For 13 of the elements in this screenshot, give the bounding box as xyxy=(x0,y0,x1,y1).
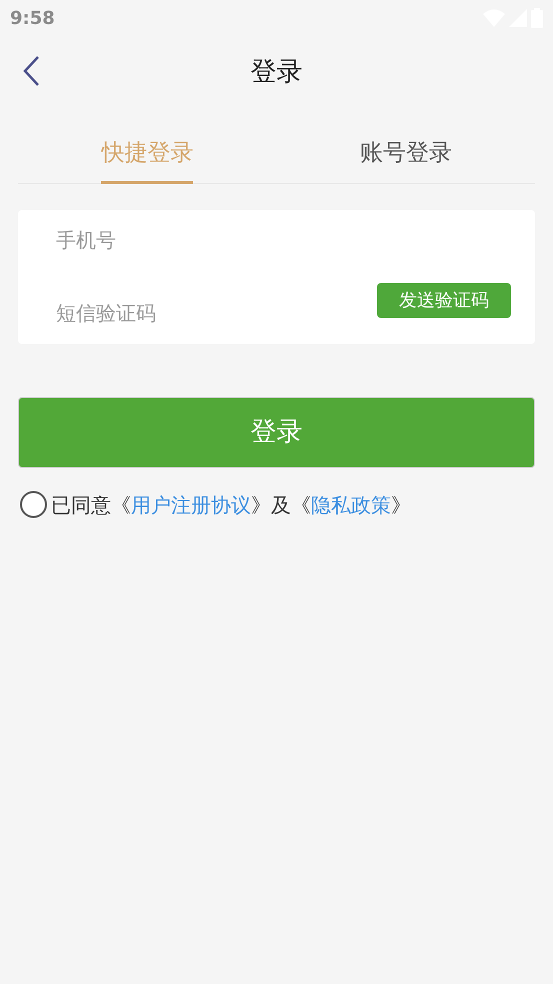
status-time: 9:58 xyxy=(10,6,55,30)
login-tab[interactable]: 账号登录 xyxy=(360,130,452,184)
send-code-button[interactable]: 发送验证码 xyxy=(377,283,511,318)
agreement-radio[interactable] xyxy=(20,491,47,518)
page-title: 登录 xyxy=(250,56,302,88)
code-field[interactable]: 短信验证码 xyxy=(56,298,256,328)
policy-link[interactable]: 隐私政策 xyxy=(311,492,391,516)
back-button[interactable] xyxy=(22,55,40,87)
agreement-text: 已同意《用户注册协议》及《隐私政策》 xyxy=(51,492,411,518)
policy-link[interactable]: 用户注册协议 xyxy=(131,492,251,516)
login-button[interactable]: 登录 xyxy=(18,396,535,468)
phone-field[interactable]: 手机号 xyxy=(56,224,256,254)
login-tab[interactable]: 快捷登录 xyxy=(101,130,194,184)
